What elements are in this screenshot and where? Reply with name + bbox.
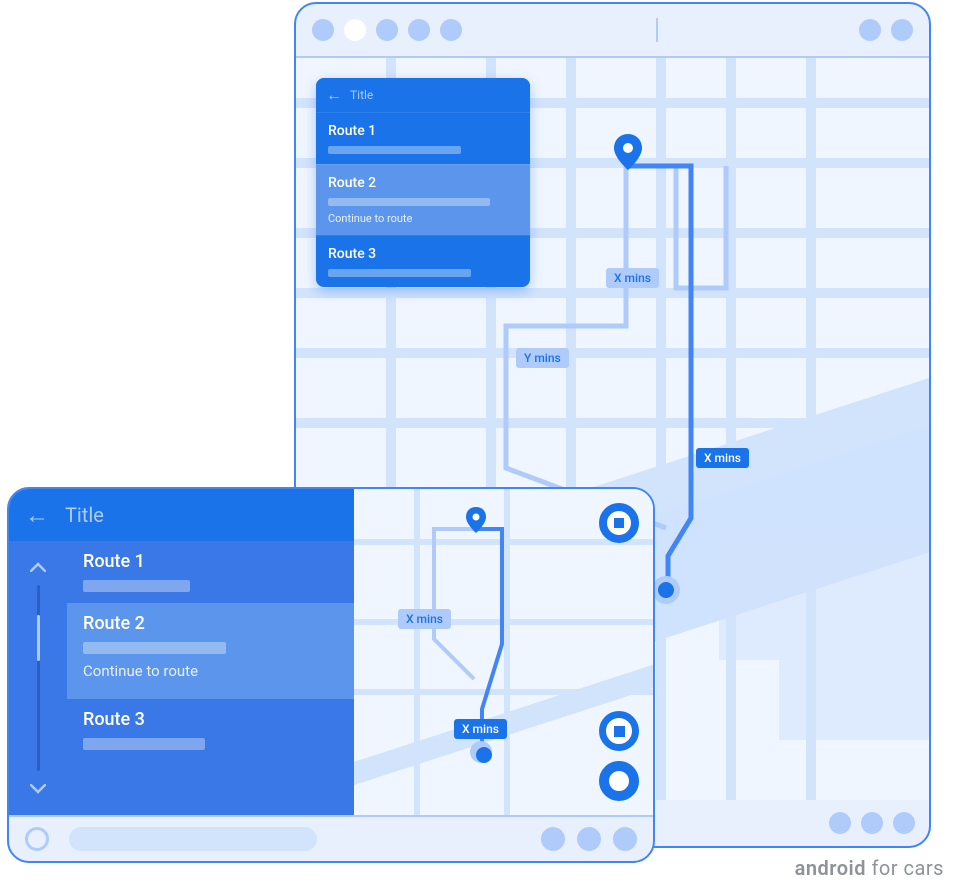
device-landscape: ← Title Route 1 [7, 487, 655, 863]
route-secondary: Continue to route [328, 212, 518, 225]
route-list-item[interactable]: Route 2 Continue to route [316, 164, 530, 235]
route-label-alt: Y mins [516, 348, 569, 368]
status-app-icon[interactable] [408, 19, 430, 41]
route-label-alt: X mins [606, 268, 659, 288]
map-fab-button[interactable] [599, 711, 639, 751]
route-label: Route 1 [328, 123, 518, 139]
nav-button[interactable] [893, 812, 915, 834]
placeholder-bar [83, 642, 226, 654]
status-app-icon[interactable] [312, 19, 334, 41]
panel-header: ← Title [9, 489, 354, 541]
placeholder-bar [83, 738, 205, 750]
status-indicator-icon [891, 19, 913, 41]
route-list-item[interactable]: Route 3 [316, 235, 530, 287]
card-title: Title [350, 88, 373, 102]
attribution-suffix: for cars [866, 856, 944, 880]
route-list-panel: ← Title Route 1 [9, 489, 354, 815]
scroll-track[interactable] [37, 585, 40, 771]
card-header: ← Title [316, 78, 530, 112]
panel-title: Title [65, 503, 104, 527]
route-list-item[interactable]: Route 1 [316, 112, 530, 164]
current-location-icon [470, 741, 492, 763]
route-label: Route 2 [83, 613, 338, 634]
nav-bar [9, 815, 653, 861]
map-action-button[interactable] [929, 677, 931, 705]
route-label: Route 2 [328, 175, 518, 191]
nav-button[interactable] [541, 827, 565, 851]
home-button-icon[interactable] [25, 827, 49, 851]
map-fab-button[interactable] [599, 503, 639, 543]
status-app-icon[interactable] [376, 19, 398, 41]
route-label-primary: X mins [454, 719, 507, 739]
route-list: Route 1 Route 2 Continue to route Route … [67, 541, 354, 815]
scroll-rail [9, 541, 67, 815]
nav-button[interactable] [577, 827, 601, 851]
divider [656, 18, 658, 42]
back-arrow-icon[interactable]: ← [326, 85, 342, 105]
route-secondary: Continue to route [83, 662, 338, 680]
placeholder-bar [328, 269, 471, 277]
destination-pin-icon [614, 134, 642, 170]
map-action-button[interactable] [929, 643, 931, 671]
route-label-alt: X mins [398, 609, 451, 629]
map-fab-button[interactable] [599, 761, 639, 801]
scroll-down-icon[interactable] [26, 777, 50, 801]
status-indicator-icon [859, 19, 881, 41]
map-action-buttons [929, 640, 931, 776]
attribution-brand: android [795, 856, 866, 880]
route-label: Route 1 [83, 551, 338, 572]
map-action-button[interactable] [929, 745, 931, 773]
route-list-item[interactable]: Route 2 Continue to route [67, 603, 354, 699]
placeholder-bar [83, 580, 190, 592]
route-label: Route 3 [83, 709, 338, 730]
scroll-up-icon[interactable] [26, 555, 50, 579]
placeholder-bar [328, 198, 490, 206]
status-app-icon[interactable] [440, 19, 462, 41]
route-label: Route 3 [328, 246, 518, 262]
status-app-icon[interactable] [344, 19, 366, 41]
nav-button[interactable] [613, 827, 637, 851]
attribution: android for cars [795, 856, 944, 880]
status-bar [296, 4, 929, 56]
nav-button[interactable] [861, 812, 883, 834]
route-list-card: ← Title Route 1 Route 2 Continue to rout… [316, 78, 530, 287]
back-arrow-icon[interactable]: ← [25, 501, 49, 530]
map-canvas[interactable]: X mins X mins [354, 489, 653, 815]
route-list-item[interactable]: Route 1 [67, 541, 354, 603]
placeholder-bar [328, 146, 461, 154]
nav-pill[interactable] [69, 827, 317, 851]
route-label-primary: X mins [696, 448, 749, 468]
nav-button[interactable] [829, 812, 851, 834]
destination-pin-icon [466, 507, 486, 533]
map-action-button[interactable] [929, 711, 931, 739]
route-list-item[interactable]: Route 3 [67, 699, 354, 761]
current-location-icon [652, 576, 680, 604]
